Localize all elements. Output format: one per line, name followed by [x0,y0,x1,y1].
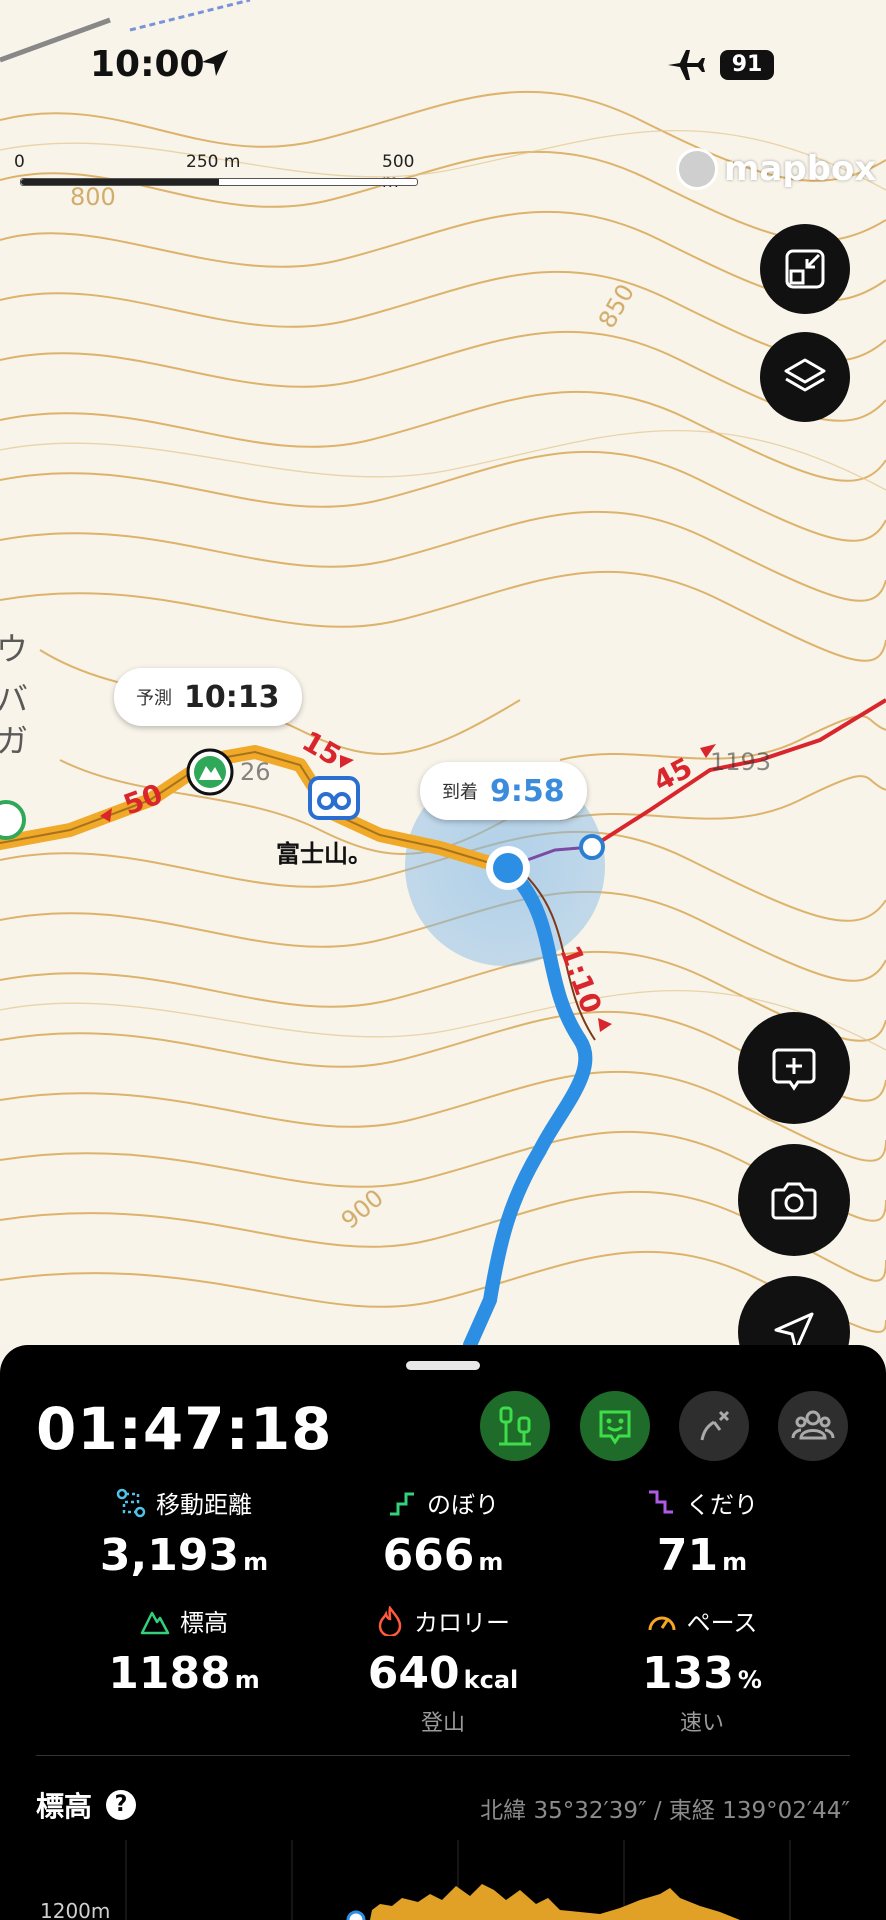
arrival-label: 到着 [442,782,478,803]
calories-value: 640 [367,1648,460,1699]
scale-zero: 0 [14,152,25,172]
locate-icon [774,1312,814,1345]
signpost-icon [499,1406,531,1446]
forecast-label: 予測 [136,688,172,709]
route-guide-button[interactable] [480,1391,550,1461]
chat-face-icon [599,1410,631,1445]
coordinates: 北緯 35°32′39″ / 東経 139°02′44″ [480,1798,850,1824]
svg-text:ウ: ウ [0,630,28,668]
calories-activity: 登山 [420,1711,465,1736]
scale-end: 500 m [382,152,415,192]
route-off-icon [700,1410,730,1441]
group-icon [791,1410,835,1440]
add-note-button[interactable] [738,1012,850,1124]
waypoint-marker[interactable] [579,834,605,860]
status-bar: 10:00 91 [0,0,886,130]
elevation-section-title: 標高 ? [36,1785,137,1825]
ascent-value: 666 [382,1530,475,1581]
pace-rating: 速い [679,1711,724,1736]
current-location-dot [493,853,523,883]
profile-area [370,1884,740,1920]
place-label[interactable]: 富士山。 [276,834,372,869]
notification-button[interactable] [580,1391,650,1461]
descent-value: 71 [656,1530,719,1581]
collapse-icon [785,249,825,289]
flame-icon [378,1605,402,1636]
status-time: 10:00 [90,44,205,85]
stat-elevation: 標高 1188 m [54,1603,314,1699]
mapbox-attribution[interactable]: mapbox [676,148,876,190]
collapse-button[interactable] [760,224,850,314]
group-button[interactable] [778,1391,848,1461]
forecast-time: 10:13 [184,679,280,715]
sheet-handle[interactable] [406,1361,480,1370]
distance-icon [116,1488,146,1517]
arrival-bubble[interactable]: 到着 9:58 [420,762,587,820]
mapbox-logo-icon [676,148,718,190]
camera-button[interactable] [738,1144,850,1256]
forecast-bubble[interactable]: 予測 10:13 [114,668,302,726]
stat-calories: カロリー 640 kcal 登山 [313,1603,573,1737]
arrival-time: 9:58 [490,773,565,809]
svg-text:26: 26 [240,758,271,786]
stat-distance: 移動距離 3,193 m [54,1485,314,1581]
airplane-icon [668,50,705,80]
svg-text:バ: バ [0,680,28,718]
battery-indicator: 91 [720,50,774,80]
layers-button[interactable] [760,332,850,422]
mountain-icon [140,1611,170,1634]
map-scale: 0 250 m 500 m [14,150,418,192]
help-icon[interactable]: ? [106,1790,137,1820]
stat-pace: ペース 133% 速い [572,1603,832,1737]
map-view[interactable]: 15 50 45 1:10 800 850 900 1193 26 ウ バ ガ … [0,0,886,1345]
speedometer-icon [648,1616,676,1630]
distance-value: 3,193 [99,1530,240,1581]
profile-position-marker [346,1910,366,1920]
stat-descent: くだり 71 m [572,1485,832,1581]
svg-text:ガ: ガ [0,722,28,760]
descent-icon [649,1490,673,1513]
elevation-value: 1188 [108,1648,231,1699]
off-route-button[interactable] [679,1391,749,1461]
elevation-profile[interactable]: 1200m [0,1840,886,1920]
layers-icon [784,358,826,392]
divider [36,1755,850,1756]
ascent-icon [390,1492,414,1515]
scale-mid: 250 m [186,152,241,172]
pace-value: 133 [642,1648,734,1699]
add-note-icon [772,1048,816,1091]
profile-axis-label: 1200m [40,1899,110,1920]
stat-ascent: のぼり 666 m [313,1485,573,1581]
location-services-icon [202,50,228,76]
svg-text:1193: 1193 [710,748,771,776]
svg-text:900: 900 [336,1184,389,1235]
activity-sheet[interactable]: 01:47:18 移動距離 3,193 m のぼり 666 m くだり 71 m… [0,1345,886,1920]
camera-icon [771,1182,817,1220]
elapsed-time: 01:47:18 [36,1395,333,1463]
svg-text:850: 850 [593,279,640,333]
